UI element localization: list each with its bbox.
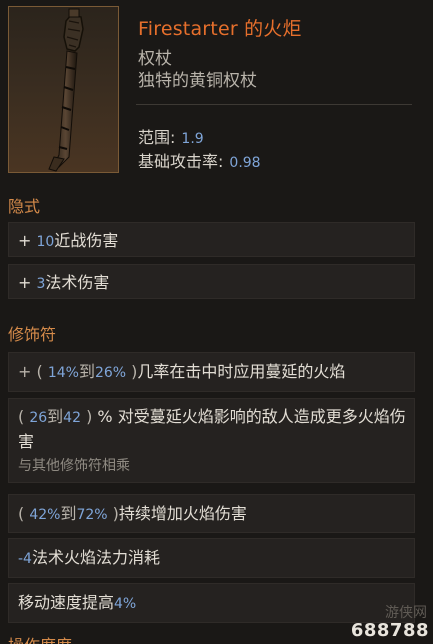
range-to: 到 [78, 362, 95, 381]
affix-row: ( 26到42 ) % 对受蔓延火焰影响的敌人造成更多火焰伤害 与其他修饰符相乘 [8, 398, 415, 483]
range-to: 到 [47, 407, 64, 426]
watermark-logo: 游侠网 688788 [337, 602, 433, 644]
paren-open: ( [18, 407, 30, 426]
implicit-row: + 3法术伤害 [8, 264, 415, 299]
stat-range: 范围: 1.9 [138, 124, 204, 148]
range-max: 26% [94, 365, 127, 381]
item-name: Firestarter 的火炬 [138, 18, 302, 40]
range-min: 42% [29, 507, 61, 523]
text: 法术火焰法力消耗 [31, 548, 160, 567]
text: 几率在击中时应用蔓延的火焰 [137, 362, 346, 381]
paren-close: ) [126, 362, 138, 381]
paren-open: ( [18, 504, 30, 523]
prefix: + [18, 231, 37, 250]
value: 10 [36, 234, 55, 250]
affix-row: + ( 14%到26% )几率在击中时应用蔓延的火焰 [8, 352, 415, 392]
affix-row: -4法术火焰法力消耗 [8, 538, 415, 578]
paren-open: + ( [18, 362, 48, 381]
prefix: + [18, 273, 37, 292]
affix-note: 与其他修饰符相乘 [18, 458, 130, 474]
range-min: 26 [29, 410, 48, 426]
torch-scepter-icon [48, 8, 84, 172]
value: 4% [114, 596, 137, 612]
stat-label: 基础攻击率: [138, 152, 224, 171]
implicit-section-title: 隐式 [8, 197, 41, 216]
paren-close: ) [81, 407, 98, 426]
stat-label: 范围: [138, 128, 176, 147]
range-max: 72% [76, 507, 108, 523]
item-image-frame [8, 6, 119, 173]
header-divider [136, 104, 412, 105]
text: 移动速度提高 [18, 593, 115, 612]
text: 近战伤害 [54, 231, 119, 250]
range-max: 42 [63, 410, 81, 426]
item-base-type: 独特的黄铜权杖 [138, 71, 257, 91]
stat-value: 0.98 [229, 155, 261, 171]
implicit-row: + 10近战伤害 [8, 222, 415, 257]
next-section-title: 操作度度 [8, 632, 72, 644]
item-header: Firestarter 的火炬 权杖 独特的黄铜权杖 范围: 1.9 基础攻击率:… [0, 0, 433, 185]
affix-section-title: 修饰符 [8, 325, 57, 344]
value: -4 [18, 551, 32, 567]
stat-attack-rate: 基础攻击率: 0.98 [138, 148, 261, 172]
range-min: 14% [47, 365, 79, 381]
range-to: 到 [60, 504, 77, 523]
stat-value: 1.9 [181, 131, 204, 147]
text: 持续增加火焰伤害 [118, 504, 247, 523]
text: 法术伤害 [45, 273, 110, 292]
watermark-text: 游侠网 [385, 605, 427, 621]
watermark-number: 688788 [350, 620, 429, 641]
paren-close: ) [107, 504, 119, 523]
affix-row: ( 42%到72% )持续增加火焰伤害 [8, 494, 415, 533]
